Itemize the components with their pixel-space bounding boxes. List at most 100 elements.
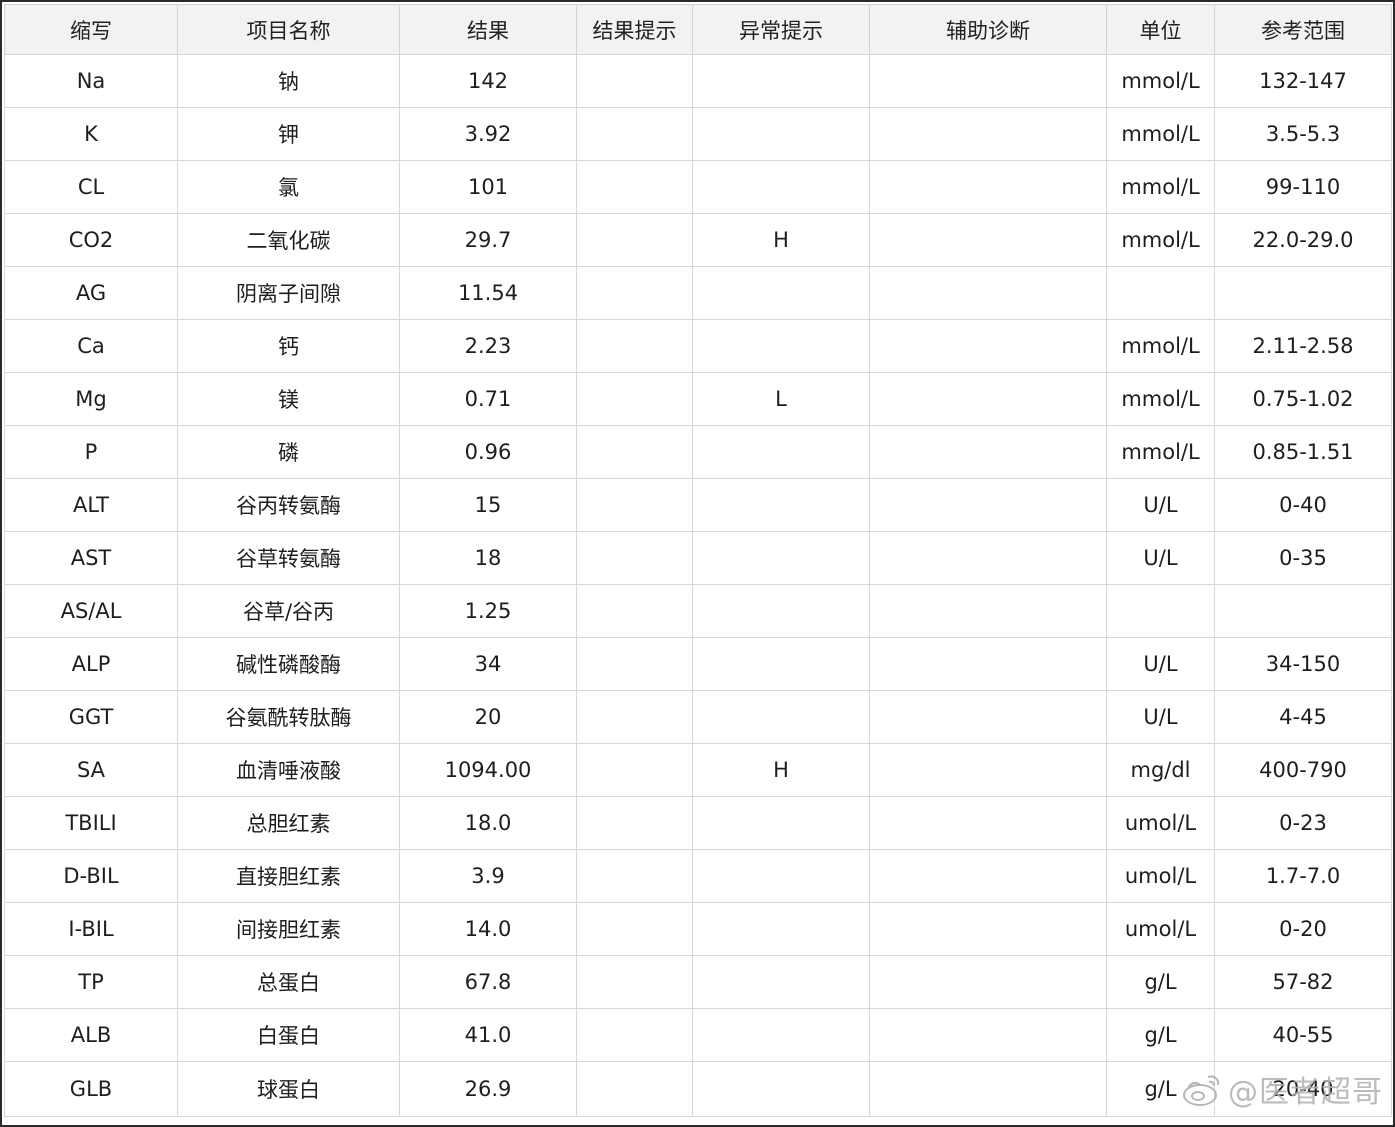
- cell-unit: U/L: [1106, 531, 1215, 585]
- cell-result: 3.92: [399, 107, 577, 161]
- cell-reference-range: [1214, 266, 1392, 320]
- cell-diagnosis: [869, 955, 1107, 1009]
- cell-reference-range: 0-20: [1214, 902, 1392, 956]
- cell-reference-range: 40-55: [1214, 1008, 1392, 1062]
- table-row: AS/AL 谷草/谷丙 1.25: [4, 584, 1392, 638]
- table-row: D-BIL 直接胆红素 3.9 umol/L 1.7-7.0: [4, 849, 1392, 903]
- cell-result-hint: [576, 478, 693, 532]
- cell-unit: mmol/L: [1106, 372, 1215, 426]
- cell-item-name: 间接胆红素: [177, 902, 400, 956]
- cell-item-name: 磷: [177, 425, 400, 479]
- cell-item-name: 镁: [177, 372, 400, 426]
- cell-diagnosis: [869, 849, 1107, 903]
- table-row: GGT 谷氨酰转肽酶 20 U/L 4-45: [4, 690, 1392, 744]
- cell-abbr: ALT: [4, 478, 178, 532]
- cell-abbr: K: [4, 107, 178, 161]
- cell-result-hint: [576, 743, 693, 797]
- cell-item-name: 氯: [177, 160, 400, 214]
- cell-result: 14.0: [399, 902, 577, 956]
- cell-item-name: 球蛋白: [177, 1061, 400, 1117]
- cell-abnormal-flag: [692, 425, 870, 479]
- cell-item-name: 血清唾液酸: [177, 743, 400, 797]
- cell-reference-range: 20-40: [1214, 1061, 1392, 1117]
- cell-diagnosis: [869, 160, 1107, 214]
- cell-result-hint: [576, 849, 693, 903]
- cell-reference-range: 99-110: [1214, 160, 1392, 214]
- cell-abbr: Na: [4, 54, 178, 108]
- table-row: Ca 钙 2.23 mmol/L 2.11-2.58: [4, 319, 1392, 373]
- table-row: Na 钠 142 mmol/L 132-147: [4, 54, 1392, 108]
- cell-result: 142: [399, 54, 577, 108]
- cell-unit: mmol/L: [1106, 107, 1215, 161]
- table-header-row: 缩写 项目名称 结果 结果提示 异常提示 辅助诊断 单位 参考范围: [4, 4, 1392, 55]
- cell-unit: mmol/L: [1106, 319, 1215, 373]
- cell-abbr: I-BIL: [4, 902, 178, 956]
- cell-result-hint: [576, 584, 693, 638]
- cell-reference-range: [1214, 584, 1392, 638]
- cell-diagnosis: [869, 1061, 1107, 1117]
- cell-result: 67.8: [399, 955, 577, 1009]
- cell-unit: [1106, 584, 1215, 638]
- cell-unit: [1106, 266, 1215, 320]
- cell-diagnosis: [869, 902, 1107, 956]
- cell-item-name: 谷草/谷丙: [177, 584, 400, 638]
- header-diagnosis: 辅助诊断: [869, 4, 1107, 55]
- table-body: Na 钠 142 mmol/L 132-147 K 钾 3.92 mmol/L 3.5-5.3 CL…: [4, 54, 1392, 1117]
- cell-diagnosis: [869, 213, 1107, 267]
- cell-reference-range: 132-147: [1214, 54, 1392, 108]
- cell-abnormal-flag: [692, 319, 870, 373]
- cell-diagnosis: [869, 531, 1107, 585]
- cell-unit: g/L: [1106, 955, 1215, 1009]
- cell-unit: U/L: [1106, 637, 1215, 691]
- cell-result: 0.96: [399, 425, 577, 479]
- cell-abnormal-flag: [692, 531, 870, 585]
- cell-result-hint: [576, 531, 693, 585]
- cell-diagnosis: [869, 372, 1107, 426]
- cell-reference-range: 3.5-5.3: [1214, 107, 1392, 161]
- cell-unit: mg/dl: [1106, 743, 1215, 797]
- cell-abnormal-flag: [692, 1061, 870, 1117]
- cell-abnormal-flag: [692, 584, 870, 638]
- cell-unit: g/L: [1106, 1008, 1215, 1062]
- cell-item-name: 谷氨酰转肽酶: [177, 690, 400, 744]
- cell-abnormal-flag: [692, 690, 870, 744]
- cell-abnormal-flag: [692, 160, 870, 214]
- table-row: ALT 谷丙转氨酶 15 U/L 0-40: [4, 478, 1392, 532]
- table-row: ALP 碱性磷酸酶 34 U/L 34-150: [4, 637, 1392, 691]
- header-reference-range: 参考范围: [1214, 4, 1392, 55]
- report-frame: 缩写 项目名称 结果 结果提示 异常提示 辅助诊断 单位 参考范围 Na 钠 142…: [0, 0, 1395, 1127]
- cell-item-name: 谷草转氨酶: [177, 531, 400, 585]
- cell-abbr: TP: [4, 955, 178, 1009]
- cell-abbr: D-BIL: [4, 849, 178, 903]
- cell-result-hint: [576, 107, 693, 161]
- cell-diagnosis: [869, 478, 1107, 532]
- cell-abbr: CL: [4, 160, 178, 214]
- cell-abnormal-flag: [692, 796, 870, 850]
- cell-result: 41.0: [399, 1008, 577, 1062]
- cell-unit: umol/L: [1106, 902, 1215, 956]
- cell-reference-range: 22.0-29.0: [1214, 213, 1392, 267]
- cell-result-hint: [576, 372, 693, 426]
- cell-abbr: AS/AL: [4, 584, 178, 638]
- cell-result-hint: [576, 637, 693, 691]
- table-row: I-BIL 间接胆红素 14.0 umol/L 0-20: [4, 902, 1392, 956]
- cell-item-name: 谷丙转氨酶: [177, 478, 400, 532]
- header-result-hint: 结果提示: [576, 4, 693, 55]
- cell-abbr: ALB: [4, 1008, 178, 1062]
- cell-diagnosis: [869, 54, 1107, 108]
- table-row: TBILI 总胆红素 18.0 umol/L 0-23: [4, 796, 1392, 850]
- table-row: GLB 球蛋白 26.9 g/L 20-40: [4, 1061, 1392, 1117]
- cell-result-hint: [576, 54, 693, 108]
- cell-result: 101: [399, 160, 577, 214]
- cell-abnormal-flag: [692, 107, 870, 161]
- cell-result-hint: [576, 902, 693, 956]
- cell-result: 29.7: [399, 213, 577, 267]
- cell-unit: U/L: [1106, 690, 1215, 744]
- table-row: TP 总蛋白 67.8 g/L 57-82: [4, 955, 1392, 1009]
- cell-diagnosis: [869, 1008, 1107, 1062]
- cell-result-hint: [576, 160, 693, 214]
- header-abnormal-flag: 异常提示: [692, 4, 870, 55]
- cell-result: 1.25: [399, 584, 577, 638]
- cell-reference-range: 0.85-1.51: [1214, 425, 1392, 479]
- cell-abnormal-flag: [692, 54, 870, 108]
